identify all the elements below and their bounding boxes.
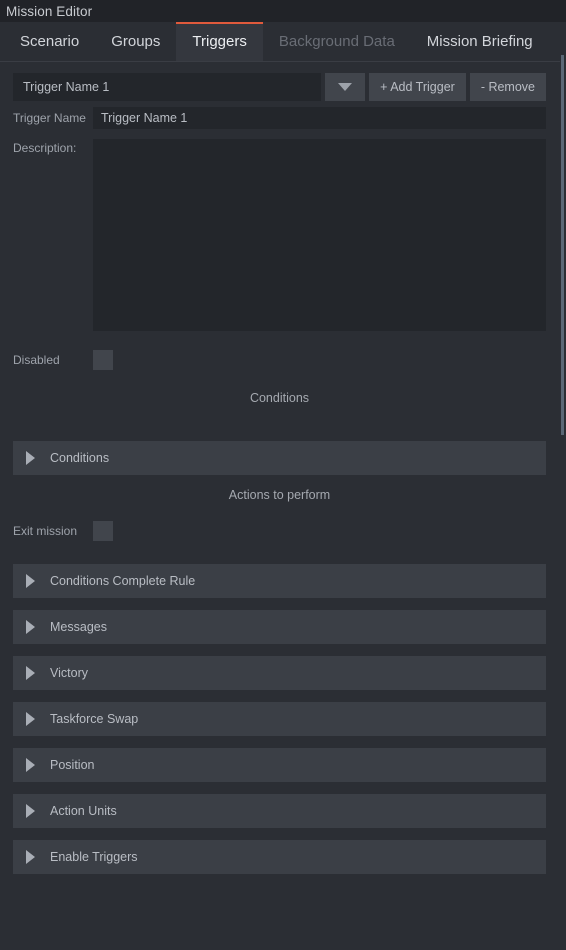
- panel-victory-label: Victory: [50, 666, 88, 680]
- tab-triggers[interactable]: Triggers: [176, 22, 264, 61]
- description-label: Description:: [13, 141, 77, 155]
- remove-trigger-button[interactable]: - Remove: [469, 73, 546, 101]
- trigger-name-label: Trigger Name: [13, 111, 86, 125]
- panel-position-label: Position: [50, 758, 95, 772]
- panel-action-units-label: Action Units: [50, 804, 117, 818]
- actions-caption: Actions to perform: [228, 488, 331, 502]
- scrollbar-thumb[interactable]: [561, 55, 564, 435]
- description-textarea[interactable]: [93, 139, 546, 331]
- panel-conditions-complete-rule-label: Conditions Complete Rule: [50, 574, 196, 588]
- exit-mission-checkbox[interactable]: [93, 521, 113, 541]
- triangle-right-icon: [26, 804, 35, 818]
- tab-groups-label: Groups: [111, 33, 161, 50]
- trigger-name-input[interactable]: [93, 107, 546, 129]
- trigger-selector-row: Trigger Name 1 + Add Trigger - Remove: [13, 73, 546, 101]
- conditions-caption: Conditions: [249, 391, 310, 405]
- trigger-dropdown-value: Trigger Name 1: [23, 80, 110, 94]
- panel-messages-label: Messages: [50, 620, 107, 634]
- panel-enable-triggers[interactable]: Enable Triggers: [13, 840, 546, 874]
- triangle-right-icon: [26, 758, 35, 772]
- title-bar: Mission Editor: [0, 0, 566, 22]
- panel-victory[interactable]: Victory: [13, 656, 546, 690]
- tab-background-data-label: Background Data: [278, 33, 395, 50]
- panel-enable-triggers-label: Enable Triggers: [50, 850, 138, 864]
- triangle-right-icon: [26, 712, 35, 726]
- tab-scenario[interactable]: Scenario: [4, 22, 95, 61]
- mission-editor-window: Mission Editor Scenario Groups Triggers …: [0, 0, 566, 950]
- tab-background-data[interactable]: Background Data: [263, 22, 411, 61]
- triangle-right-icon: [26, 666, 35, 680]
- tab-mission-briefing-label: Mission Briefing: [426, 33, 533, 50]
- panel-action-units[interactable]: Action Units: [13, 794, 546, 828]
- tab-groups[interactable]: Groups: [95, 22, 176, 61]
- panel-conditions-label: Conditions: [50, 451, 110, 465]
- chevron-down-icon: [338, 83, 353, 91]
- tab-mission-briefing[interactable]: Mission Briefing: [411, 22, 549, 61]
- triangle-right-icon: [26, 620, 35, 634]
- panel-position[interactable]: Position: [13, 748, 546, 782]
- tab-bar: Scenario Groups Triggers Background Data…: [0, 22, 566, 62]
- triangle-right-icon: [26, 574, 35, 588]
- trigger-name-row: Trigger Name: [13, 107, 546, 129]
- triggers-panel: Trigger Name 1 + Add Trigger - Remove Tr…: [0, 73, 566, 874]
- triangle-right-icon: [26, 451, 35, 465]
- triangle-right-icon: [26, 850, 35, 864]
- exit-mission-row: Exit mission: [13, 520, 546, 542]
- panel-messages[interactable]: Messages: [13, 610, 546, 644]
- vertical-scrollbar[interactable]: [560, 55, 566, 950]
- panel-taskforce-swap[interactable]: Taskforce Swap: [13, 702, 546, 736]
- add-trigger-button[interactable]: + Add Trigger: [369, 73, 466, 101]
- description-row: Description:: [13, 139, 546, 331]
- trigger-dropdown-toggle[interactable]: [325, 73, 366, 101]
- exit-mission-label: Exit mission: [13, 524, 78, 538]
- action-panel-list: Conditions Complete Rule Messages Victor…: [0, 564, 566, 874]
- disabled-row: Disabled: [13, 349, 546, 371]
- tab-triggers-label: Triggers: [192, 33, 247, 50]
- panel-conditions-complete-rule[interactable]: Conditions Complete Rule: [13, 564, 546, 598]
- window-title: Mission Editor: [6, 3, 93, 19]
- panel-taskforce-swap-label: Taskforce Swap: [50, 712, 139, 726]
- disabled-label: Disabled: [13, 353, 60, 367]
- tab-scenario-label: Scenario: [20, 33, 80, 50]
- trigger-dropdown[interactable]: Trigger Name 1: [13, 73, 322, 101]
- panel-conditions[interactable]: Conditions: [13, 441, 546, 475]
- disabled-checkbox[interactable]: [93, 350, 113, 370]
